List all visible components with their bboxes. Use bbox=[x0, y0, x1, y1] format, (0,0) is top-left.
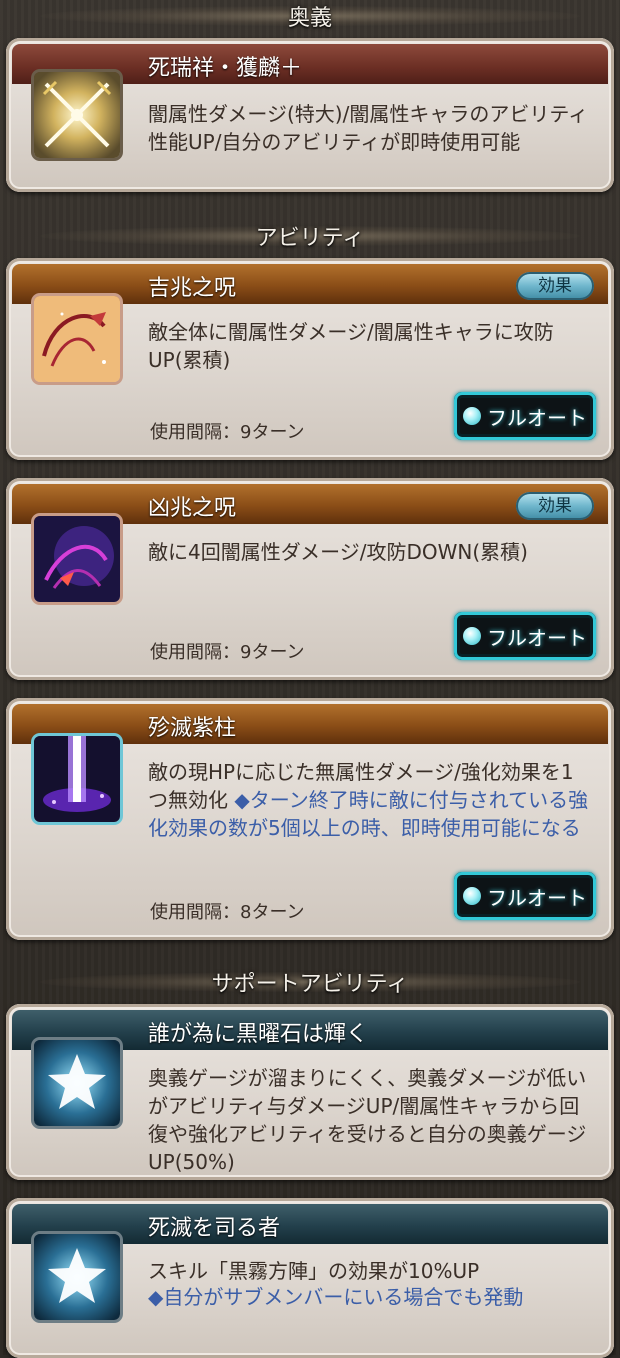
effect-button[interactable]: 効果 bbox=[516, 272, 594, 300]
section-title: 奥義 bbox=[287, 6, 332, 31]
dark-ribbon-icon bbox=[34, 516, 120, 602]
ougi-card: 死瑞祥・獲麟＋ 闇属性ダメージ(特大)/闇属性キャラのアビリティ性能UP/自分の… bbox=[6, 38, 614, 192]
section-title: サポートアビリティ bbox=[211, 972, 409, 997]
cooldown-text: 使用間隔：9ターン bbox=[150, 642, 305, 663]
support-card-2: 死滅を司る者 スキル「黒霧方陣」の効果が10%UP ◆自分がサブメンバーにいる場… bbox=[6, 1198, 614, 1358]
star-icon bbox=[34, 1234, 120, 1320]
ability-title: 殄滅紫柱 bbox=[148, 716, 237, 741]
section-header-ability: アビリティ bbox=[0, 216, 620, 256]
support-description-text: スキル「黒霧方陣」の効果が10%UP bbox=[148, 1259, 480, 1283]
support-note: ◆自分がサブメンバーにいる場合でも発動 bbox=[148, 1285, 524, 1309]
support-title: 死滅を司る者 bbox=[148, 1216, 281, 1241]
auto-indicator-icon bbox=[463, 887, 481, 905]
support-title: 誰が為に黒曜石は輝く bbox=[148, 1022, 369, 1047]
full-auto-label: フルオート bbox=[487, 405, 587, 430]
ougi-title: 死瑞祥・獲麟＋ bbox=[148, 56, 303, 81]
ability-title: 吉兆之呪 bbox=[148, 276, 237, 301]
ability-description: 敵全体に闇属性ダメージ/闇属性キャラに攻防UP(累積) bbox=[148, 320, 554, 372]
full-auto-button[interactable]: フルオート bbox=[454, 872, 596, 920]
effect-button[interactable]: 効果 bbox=[516, 492, 594, 520]
ability-card-1: 吉兆之呪 効果 敵全体に闇属性ダメージ/闇属性キャラに攻防UP(累積) 使用間隔… bbox=[6, 258, 614, 460]
ability-description: 敵に4回闇属性ダメージ/攻防DOWN(累積) bbox=[148, 540, 528, 564]
support-card-1: 誰が為に黒曜石は輝く 奥義ゲージが溜まりにくく、奥義ダメージが低いがアビリティ与… bbox=[6, 1004, 614, 1180]
red-ribbon-icon bbox=[34, 296, 120, 382]
section-title: アビリティ bbox=[255, 226, 365, 251]
ougi-description: 闇属性ダメージ(特大)/闇属性キャラのアビリティ性能UP/自分のアビリティが即時… bbox=[148, 102, 589, 154]
support-description: スキル「黒霧方陣」の効果が10%UP ◆自分がサブメンバーにいる場合でも発動 bbox=[148, 1258, 592, 1310]
crossed-swords-icon bbox=[34, 72, 120, 158]
full-auto-label: フルオート bbox=[487, 885, 587, 910]
section-header-support: サポートアビリティ bbox=[0, 962, 620, 1002]
section-header-ougi: 奥義 bbox=[0, 0, 620, 36]
purple-pillar-icon bbox=[34, 736, 120, 822]
auto-indicator-icon bbox=[463, 407, 481, 425]
cooldown-text: 使用間隔：8ターン bbox=[150, 902, 305, 923]
cooldown-text: 使用間隔：9ターン bbox=[150, 422, 305, 443]
ability-card-3: 殄滅紫柱 敵の現HPに応じた無属性ダメージ/強化効果を1つ無効化 ◆ターン終了時… bbox=[6, 698, 614, 940]
support-description: 奥義ゲージが溜まりにくく、奥義ダメージが低いがアビリティ与ダメージUP/闇属性キ… bbox=[148, 1066, 587, 1174]
ability-card-2: 凶兆之呪 効果 敵に4回闇属性ダメージ/攻防DOWN(累積) 使用間隔：9ターン… bbox=[6, 478, 614, 680]
ability-description: 敵の現HPに応じた無属性ダメージ/強化効果を1つ無効化 ◆ターン終了時に敵に付与… bbox=[148, 758, 592, 842]
auto-indicator-icon bbox=[463, 627, 481, 645]
full-auto-label: フルオート bbox=[487, 625, 587, 650]
full-auto-button[interactable]: フルオート bbox=[454, 392, 596, 440]
full-auto-button[interactable]: フルオート bbox=[454, 612, 596, 660]
star-icon bbox=[34, 1040, 120, 1126]
ability-title: 凶兆之呪 bbox=[148, 496, 237, 521]
